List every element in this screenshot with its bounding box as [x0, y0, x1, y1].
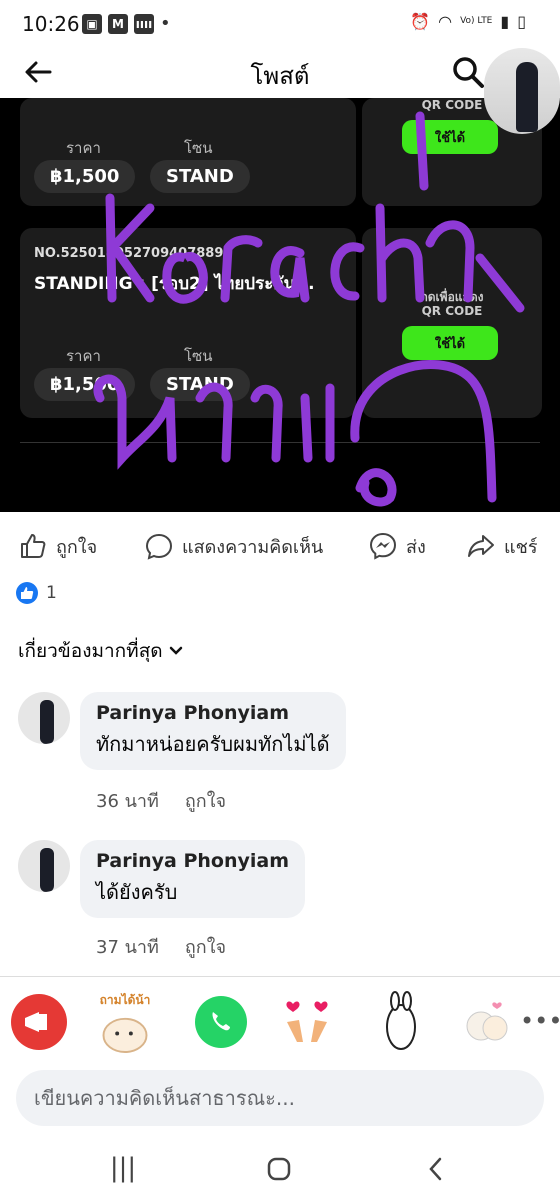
ticket-app-icon: ıııı	[134, 14, 154, 34]
alarm-icon: ⏰	[410, 12, 431, 31]
comment-input-placeholder: เขียนความคิดเห็นสาธารณะ...	[34, 1086, 295, 1110]
battery-icon: ▯	[517, 12, 526, 31]
signal-icon: ▮	[500, 12, 510, 31]
back-nav-icon[interactable]	[426, 1156, 446, 1182]
avatar[interactable]	[18, 840, 70, 892]
comment-time[interactable]: 36 นาที	[96, 786, 159, 815]
comment-sort-dropdown[interactable]: เกี่ยวข้องมากที่สุด	[18, 636, 183, 666]
sticker-animals[interactable]	[456, 991, 518, 1053]
profile-avatar[interactable]	[484, 48, 560, 134]
sticker-bear-text: ถามได้น้า	[99, 993, 151, 1007]
like-reaction-icon	[16, 582, 38, 604]
messenger-icon	[369, 532, 397, 560]
recent-apps-button[interactable]: |||	[108, 1152, 138, 1184]
avatar[interactable]	[18, 692, 70, 744]
comment-text: ได้ยังครับ	[96, 880, 178, 904]
top-bar: โพสต์	[0, 48, 560, 98]
reaction-count: 1	[46, 583, 57, 603]
sticker-whatsapp[interactable]	[190, 991, 252, 1053]
status-time: 10:26	[22, 12, 80, 36]
comment-like-link[interactable]: ถูกใจ	[185, 786, 226, 815]
send-label: ส่ง	[406, 536, 426, 558]
comment-input[interactable]: เขียนความคิดเห็นสาธารณะ...	[16, 1070, 544, 1126]
comment-bubble[interactable]: Parinya Phonyiam ได้ยังครับ	[80, 840, 306, 918]
system-icons: ⏰ ◠ Vo) LTE ▮ ▯	[410, 12, 526, 31]
sticker-megaphone[interactable]	[8, 991, 70, 1053]
comment-like-link[interactable]: ถูกใจ	[185, 932, 226, 961]
sticker-bear[interactable]: ถามได้น้า	[94, 991, 156, 1053]
comment-label: แสดงความคิดเห็น	[182, 536, 324, 558]
like-button[interactable]: ถูกใจ	[18, 522, 97, 570]
comment-text: ทักมาหน่อยครับผมทักไม่ได้	[96, 732, 330, 756]
wifi-icon: ◠	[438, 12, 453, 31]
notification-icons: ▣ M ıııı •	[82, 14, 171, 34]
comment-author[interactable]: Parinya Phonyiam	[96, 702, 330, 724]
send-button[interactable]: ส่ง	[368, 522, 426, 570]
comment-meta: 36 นาที ถูกใจ	[96, 786, 226, 815]
more-notifications-dot: •	[160, 13, 171, 34]
chevron-down-icon	[169, 646, 182, 655]
thumbs-up-icon	[21, 534, 46, 558]
home-button[interactable]	[266, 1156, 292, 1182]
volte-indicator: Vo) LTE	[460, 16, 493, 26]
comment-bubble[interactable]: Parinya Phonyiam ทักมาหน่อยครับผมทักไม่ไ…	[80, 692, 346, 770]
like-label: ถูกใจ	[56, 536, 98, 558]
share-arrow-icon	[468, 535, 494, 557]
comment-time[interactable]: 37 นาที	[96, 932, 159, 961]
handwritten-scribble	[93, 111, 525, 507]
post-actions: ถูกใจ แสดงความคิดเห็น ส่ง แชร์	[0, 522, 560, 570]
sort-label: เกี่ยวข้องมากที่สุด	[18, 640, 163, 662]
sticker-rabbit[interactable]	[370, 991, 432, 1053]
m-app-icon: M	[108, 14, 128, 34]
system-nav-bar: |||	[0, 1136, 560, 1200]
comment-author[interactable]: Parinya Phonyiam	[96, 850, 289, 872]
comment-meta: 37 นาที ถูกใจ	[96, 932, 226, 961]
sticker-bar: ถามได้น้า •••	[0, 976, 560, 1067]
comment-button[interactable]: แสดงความคิดเห็น	[144, 522, 323, 570]
share-label: แชร์	[504, 536, 538, 558]
more-stickers-button[interactable]: •••	[520, 1007, 560, 1035]
comment-bubble-icon	[145, 533, 173, 560]
status-bar: 10:26 ▣ M ıııı • ⏰ ◠ Vo) LTE ▮ ▯	[0, 0, 560, 48]
post-image[interactable]: ราคา โซน ฿1,500 STAND QR CODE ใช้ได้ NO.…	[0, 98, 560, 512]
share-button[interactable]: แชร์	[466, 522, 538, 570]
reaction-summary[interactable]: 1	[16, 582, 57, 604]
sticker-heart-hands[interactable]	[276, 991, 338, 1053]
gallery-icon: ▣	[82, 14, 102, 34]
search-icon[interactable]	[450, 54, 486, 90]
